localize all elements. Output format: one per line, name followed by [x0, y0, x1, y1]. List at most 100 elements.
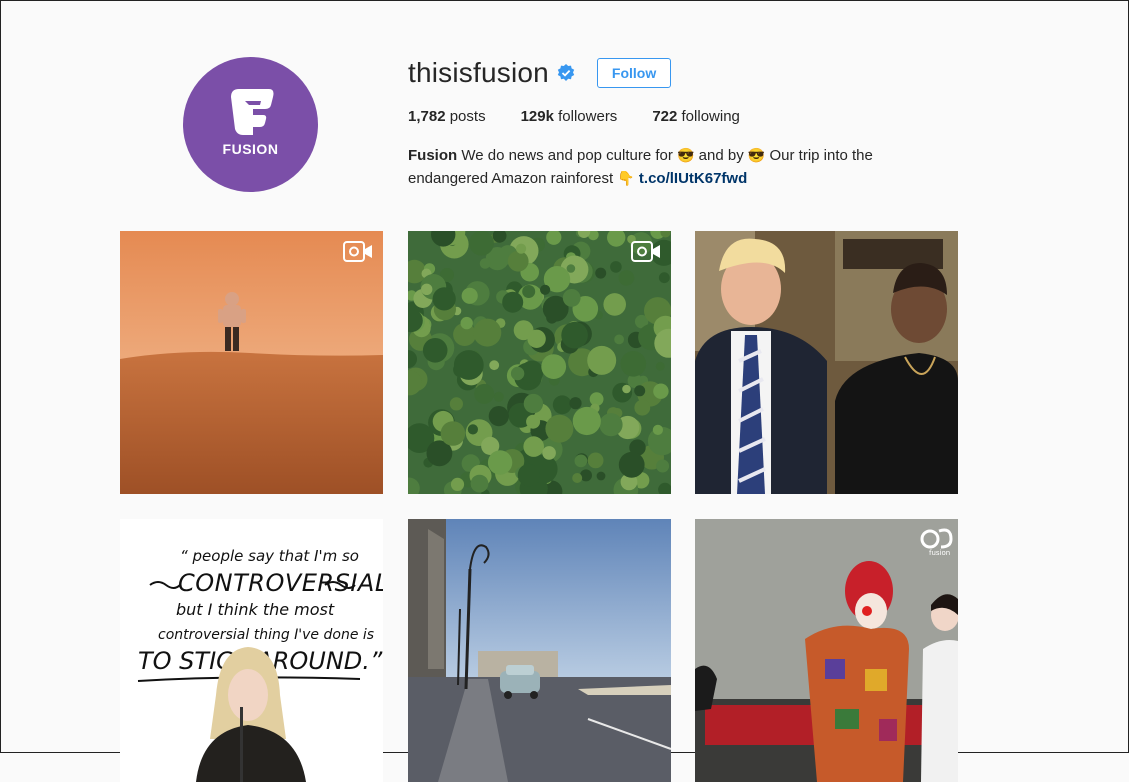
bio-link[interactable]: t.co/lIUtK67fwd — [639, 170, 747, 187]
post-tile[interactable] — [408, 231, 671, 494]
profile-bio: Fusion We do news and pop culture for 😎 … — [408, 144, 908, 190]
tree-canopy — [658, 272, 670, 284]
tree-canopy — [587, 452, 604, 469]
post-image-havana-street — [408, 519, 671, 782]
tree-canopy — [572, 473, 583, 483]
video-camera-icon — [631, 241, 660, 262]
posts-count: 1,782 — [408, 108, 446, 125]
followers-label: followers — [558, 108, 618, 125]
avatar-logo-text: FUSION — [222, 140, 279, 157]
username-row: thisisfusion Follow — [408, 57, 672, 89]
tree-canopy — [545, 414, 574, 443]
quote-line-3: but I think the most — [176, 600, 335, 619]
bio-name: Fusion — [408, 147, 458, 164]
tree-canopy — [479, 258, 491, 269]
post-image-two-men — [695, 231, 958, 494]
tree-canopy — [541, 354, 567, 379]
tree-canopy — [517, 463, 541, 487]
tree-canopy — [467, 424, 478, 435]
tree-canopy — [473, 318, 502, 347]
posts-label: posts — [449, 108, 486, 125]
quote-line-1: “ people say that I'm so — [180, 547, 359, 565]
tree-canopy — [655, 361, 665, 371]
post-image-amazon-rainforest — [408, 231, 671, 494]
post-tile[interactable] — [408, 519, 671, 782]
tree-canopy — [523, 436, 544, 457]
tree-canopy — [634, 399, 651, 416]
tree-canopy — [561, 321, 588, 349]
tree-canopy — [453, 350, 484, 380]
tree-canopy — [596, 471, 606, 481]
tree-canopy — [474, 383, 495, 404]
tree-canopy — [461, 287, 478, 304]
tree-canopy — [542, 446, 556, 460]
tree-canopy — [507, 250, 529, 272]
stat-following[interactable]: 722 following — [652, 108, 740, 125]
bio-text-1: We do news and pop culture for — [461, 147, 673, 164]
tree-canopy — [449, 397, 463, 411]
tree-canopy — [488, 406, 509, 427]
pointing-down-emoji-icon: 👇 — [617, 170, 635, 186]
tree-canopy — [610, 261, 622, 273]
tree-canopy — [656, 459, 670, 473]
post-image-astronaut-desert — [120, 231, 383, 494]
tree-canopy — [432, 287, 456, 311]
watermark-text: fusion — [929, 549, 950, 557]
sunglasses-emoji-icon: 😎 — [747, 147, 766, 163]
profile-header: FUSION thisisfusion Follow 1,782 posts 1… — [1, 1, 1128, 211]
tree-canopy — [523, 393, 544, 414]
tree-canopy — [527, 329, 546, 348]
tree-canopy — [587, 345, 617, 375]
tree-canopy — [460, 316, 473, 330]
tree-canopy — [603, 293, 626, 316]
tree-canopy — [510, 366, 525, 381]
tree-canopy — [618, 270, 635, 286]
video-camera-icon — [343, 241, 372, 262]
post-tile[interactable] — [120, 231, 383, 494]
username: thisisfusion — [408, 57, 549, 88]
tree-canopy — [574, 454, 588, 468]
tree-canopy — [552, 395, 572, 415]
post-image-madonna-quote: “ people say that I'm so CONTROVERSIAL b… — [120, 519, 383, 782]
stat-followers[interactable]: 129k followers — [521, 108, 618, 125]
tree-canopy — [450, 477, 465, 491]
following-label: following — [681, 108, 740, 125]
tree-canopy — [562, 289, 581, 307]
verified-badge-icon — [557, 64, 575, 81]
quote-line-4: controversial thing I've done is — [158, 627, 374, 643]
tree-canopy — [622, 384, 631, 394]
tree-canopy — [614, 334, 624, 345]
post-tile[interactable]: “ people say that I'm so CONTROVERSIAL b… — [120, 519, 383, 782]
quote-line-2: CONTROVERSIAL — [178, 569, 383, 597]
followers-count: 129k — [520, 108, 554, 125]
follow-button[interactable]: Follow — [596, 58, 672, 88]
bio-text-2: and by — [698, 147, 744, 164]
tree-canopy — [618, 451, 645, 478]
profile-avatar[interactable]: FUSION — [183, 57, 318, 192]
stat-posts: 1,782 posts — [408, 108, 486, 125]
sunglasses-emoji-icon: 😎 — [677, 147, 695, 163]
tree-canopy — [653, 383, 669, 399]
tree-canopy — [620, 351, 647, 377]
tree-canopy — [489, 360, 500, 371]
tree-canopy — [493, 391, 504, 402]
tree-canopy — [634, 385, 646, 397]
tree-canopy — [470, 474, 489, 493]
tree-canopy — [502, 291, 524, 313]
post-tile[interactable]: fusion — [695, 519, 958, 782]
tree-canopy — [469, 231, 494, 256]
profile-stats: 1,782 posts 129k followers 722 following — [408, 108, 775, 125]
post-image-clown-children: fusion — [695, 519, 958, 782]
tree-canopy — [595, 267, 607, 279]
tree-canopy — [421, 283, 433, 295]
tree-canopy — [522, 285, 536, 298]
tree-canopy — [569, 397, 582, 410]
tree-canopy — [572, 406, 601, 436]
tree-canopy — [599, 413, 623, 437]
tree-canopy — [487, 450, 513, 475]
tree-canopy — [516, 243, 527, 254]
following-count: 722 — [652, 108, 678, 125]
tree-canopy — [652, 424, 663, 435]
post-tile[interactable] — [695, 231, 958, 494]
tree-canopy — [526, 414, 541, 429]
